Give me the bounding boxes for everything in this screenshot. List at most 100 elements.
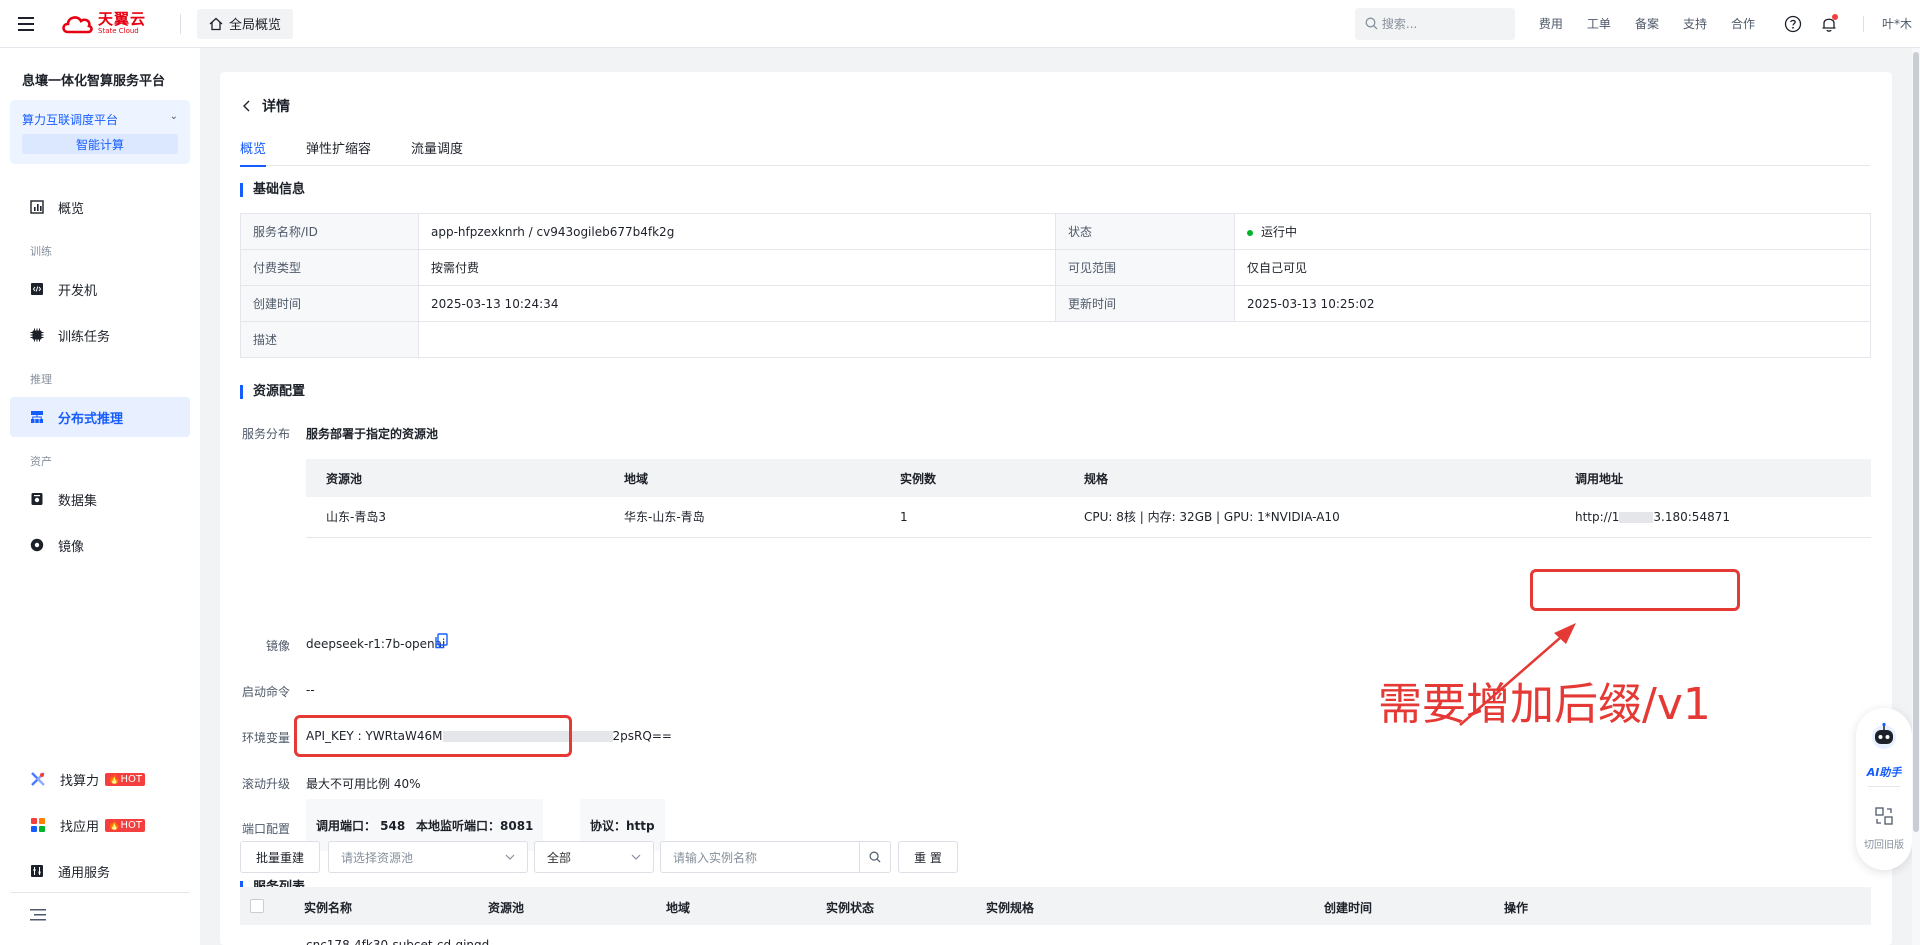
annotation-text: 需要增加后缀/v1 xyxy=(1378,679,1711,730)
col-header: 规格 xyxy=(1064,459,1555,497)
sidebar-item-label: 概览 xyxy=(58,201,85,217)
start-cmd-label: 启动命令 xyxy=(242,685,291,699)
tab-overview[interactable]: 概览 xyxy=(240,134,267,167)
instance-search-input[interactable]: 请输入实例名称 xyxy=(660,841,860,873)
top-link-support[interactable]: 支持 xyxy=(1683,15,1707,32)
table-row: 山东-青岛3 华东-山东-青岛 1 CPU: 8核 | 内存: 32GB | G… xyxy=(306,497,1871,538)
chip-icon xyxy=(30,328,44,342)
switch-layout-icon[interactable] xyxy=(1874,806,1894,826)
ai-assistant-widget[interactable]: AI助手 切回旧版 xyxy=(1856,708,1912,870)
chevron-left-icon xyxy=(243,100,250,112)
logo[interactable]: 天翼云 State Cloud xyxy=(60,12,168,35)
search-icon xyxy=(869,851,881,863)
robot-icon xyxy=(1872,722,1896,749)
logo-text-en: State Cloud xyxy=(98,27,139,35)
sidebar-item-image[interactable]: 镜像 xyxy=(10,525,190,565)
redacted-block xyxy=(1619,511,1654,523)
sidebar-item-label: 训练任务 xyxy=(58,329,111,345)
search-input[interactable]: 搜索... xyxy=(1354,7,1515,40)
sidebar-item-find-compute[interactable]: 找算力 🔥HOT xyxy=(10,759,190,799)
rolling-value: 最大不可用比例 40% xyxy=(306,777,421,791)
global-overview-label: 全局概览 xyxy=(229,18,282,33)
select-all-checkbox[interactable] xyxy=(250,899,264,913)
top-link-billing[interactable]: 费用 xyxy=(1539,15,1563,32)
top-link-partner[interactable]: 合作 xyxy=(1731,15,1755,32)
distribution-label: 服务分布 xyxy=(242,427,291,441)
user-name[interactable]: 叶*木 xyxy=(1882,15,1912,32)
status-label: 状态 xyxy=(1055,213,1235,250)
visibility-label: 可见范围 xyxy=(1055,249,1235,286)
sidebar-item-label: 分布式推理 xyxy=(58,411,124,427)
sidebar-item-distributed-infer[interactable]: 分布式推理 xyxy=(10,397,190,437)
col-header: 资源池 xyxy=(488,901,525,915)
pool-select[interactable]: 请选择资源池 xyxy=(328,841,528,873)
search-button[interactable] xyxy=(859,841,891,873)
pool-cell: 山东-青岛3 xyxy=(306,497,604,538)
status-select-value: 全部 xyxy=(547,850,572,865)
tab-autoscaling[interactable]: 弹性扩缩容 xyxy=(306,134,371,166)
divider xyxy=(1868,786,1900,787)
collapse-sidebar-icon[interactable] xyxy=(30,908,46,925)
description-value xyxy=(418,321,1871,358)
visibility-value: 仅自己可见 xyxy=(1234,249,1871,286)
top-link-ticket[interactable]: 工单 xyxy=(1587,15,1611,32)
hot-badge: 🔥HOT xyxy=(105,772,145,786)
code-icon xyxy=(31,283,43,295)
service-name-label: 服务名称/ID xyxy=(240,213,419,250)
copy-icon[interactable] xyxy=(434,633,448,649)
chevron-down-icon xyxy=(505,854,515,860)
platform-selector[interactable]: 算力互联调度平台 xyxy=(22,111,118,128)
env-label: 环境变量 xyxy=(242,731,291,745)
sidebar-item-find-app[interactable]: 找应用 🔥HOT xyxy=(10,805,190,845)
scrollbar-thumb[interactable] xyxy=(1913,52,1919,832)
ai-assistant-label: AI助手 xyxy=(1866,766,1902,779)
sidebar-item-label: 找算力 xyxy=(60,773,100,789)
chevron-down-icon[interactable]: ⌄ xyxy=(170,111,178,122)
pool-select-placeholder: 请选择资源池 xyxy=(341,850,414,865)
switch-old-version-label[interactable]: 切回旧版 xyxy=(1856,836,1912,851)
network-icon xyxy=(31,411,43,423)
col-header: 实例规格 xyxy=(986,901,1035,915)
top-link-filing[interactable]: 备案 xyxy=(1635,15,1659,32)
sidebar-item-train-task[interactable]: 训练任务 xyxy=(10,315,190,355)
platform-sub-item[interactable]: 智能计算 xyxy=(22,134,178,154)
tab-traffic[interactable]: 流量调度 xyxy=(411,134,463,166)
dataset-icon xyxy=(31,493,43,505)
endpoint-cell[interactable]: http://1 3.180:54871 xyxy=(1555,497,1871,538)
reset-button[interactable]: 重 置 xyxy=(898,841,958,873)
sidebar-item-label: 通用服务 xyxy=(58,865,111,881)
help-icon[interactable] xyxy=(1775,6,1811,42)
nav-group-asset: 资产 xyxy=(30,455,52,468)
sidebar-item-devmachine[interactable]: 开发机 xyxy=(10,269,190,309)
platform-card: 算力互联调度平台 ⌄ 智能计算 xyxy=(10,100,190,164)
menu-icon[interactable] xyxy=(0,0,52,48)
platform-title: 息壤一体化智算服务平台 xyxy=(22,74,166,89)
col-header: 地域 xyxy=(604,459,880,497)
cloud-logo-icon xyxy=(62,15,93,33)
billing-value: 按需付费 xyxy=(418,249,1056,286)
updated-value: 2025-03-13 10:25:02 xyxy=(1234,285,1871,322)
divider xyxy=(10,892,190,893)
sidebar-item-overview[interactable]: 概览 xyxy=(10,187,190,227)
home-icon xyxy=(209,17,223,30)
highlight-box-env xyxy=(294,715,572,757)
bell-icon[interactable] xyxy=(1811,6,1847,42)
batch-rebuild-button[interactable]: 批量重建 xyxy=(240,841,320,873)
back-button[interactable]: 详情 xyxy=(242,96,290,116)
col-header: 操作 xyxy=(1504,901,1529,915)
chevron-down-icon xyxy=(631,854,641,860)
image-label: 镜像 xyxy=(266,639,291,653)
hot-badge: 🔥HOT xyxy=(105,818,145,832)
instance-name-cell: cnc178-4fk30-subcet-cd-qingd xyxy=(306,938,490,945)
sidebar-item-dataset[interactable]: 数据集 xyxy=(10,479,190,519)
image-value: deepseek-r1:7b-openai xyxy=(306,637,446,651)
col-header: 实例数 xyxy=(880,459,1064,497)
sidebar-item-general-service[interactable]: 通用服务 xyxy=(10,851,190,891)
spec-cell: CPU: 8核 | 内存: 32GB | GPU: 1*NVIDIA-A10 xyxy=(1064,497,1555,538)
global-overview-button[interactable]: 全局概览 xyxy=(197,8,294,39)
status-dot xyxy=(1247,229,1253,236)
status-select[interactable]: 全部 xyxy=(534,841,654,873)
sidebar-item-label: 镜像 xyxy=(58,539,85,555)
search-icon xyxy=(1365,17,1378,30)
section-title-resource: 资源配置 xyxy=(240,385,305,399)
